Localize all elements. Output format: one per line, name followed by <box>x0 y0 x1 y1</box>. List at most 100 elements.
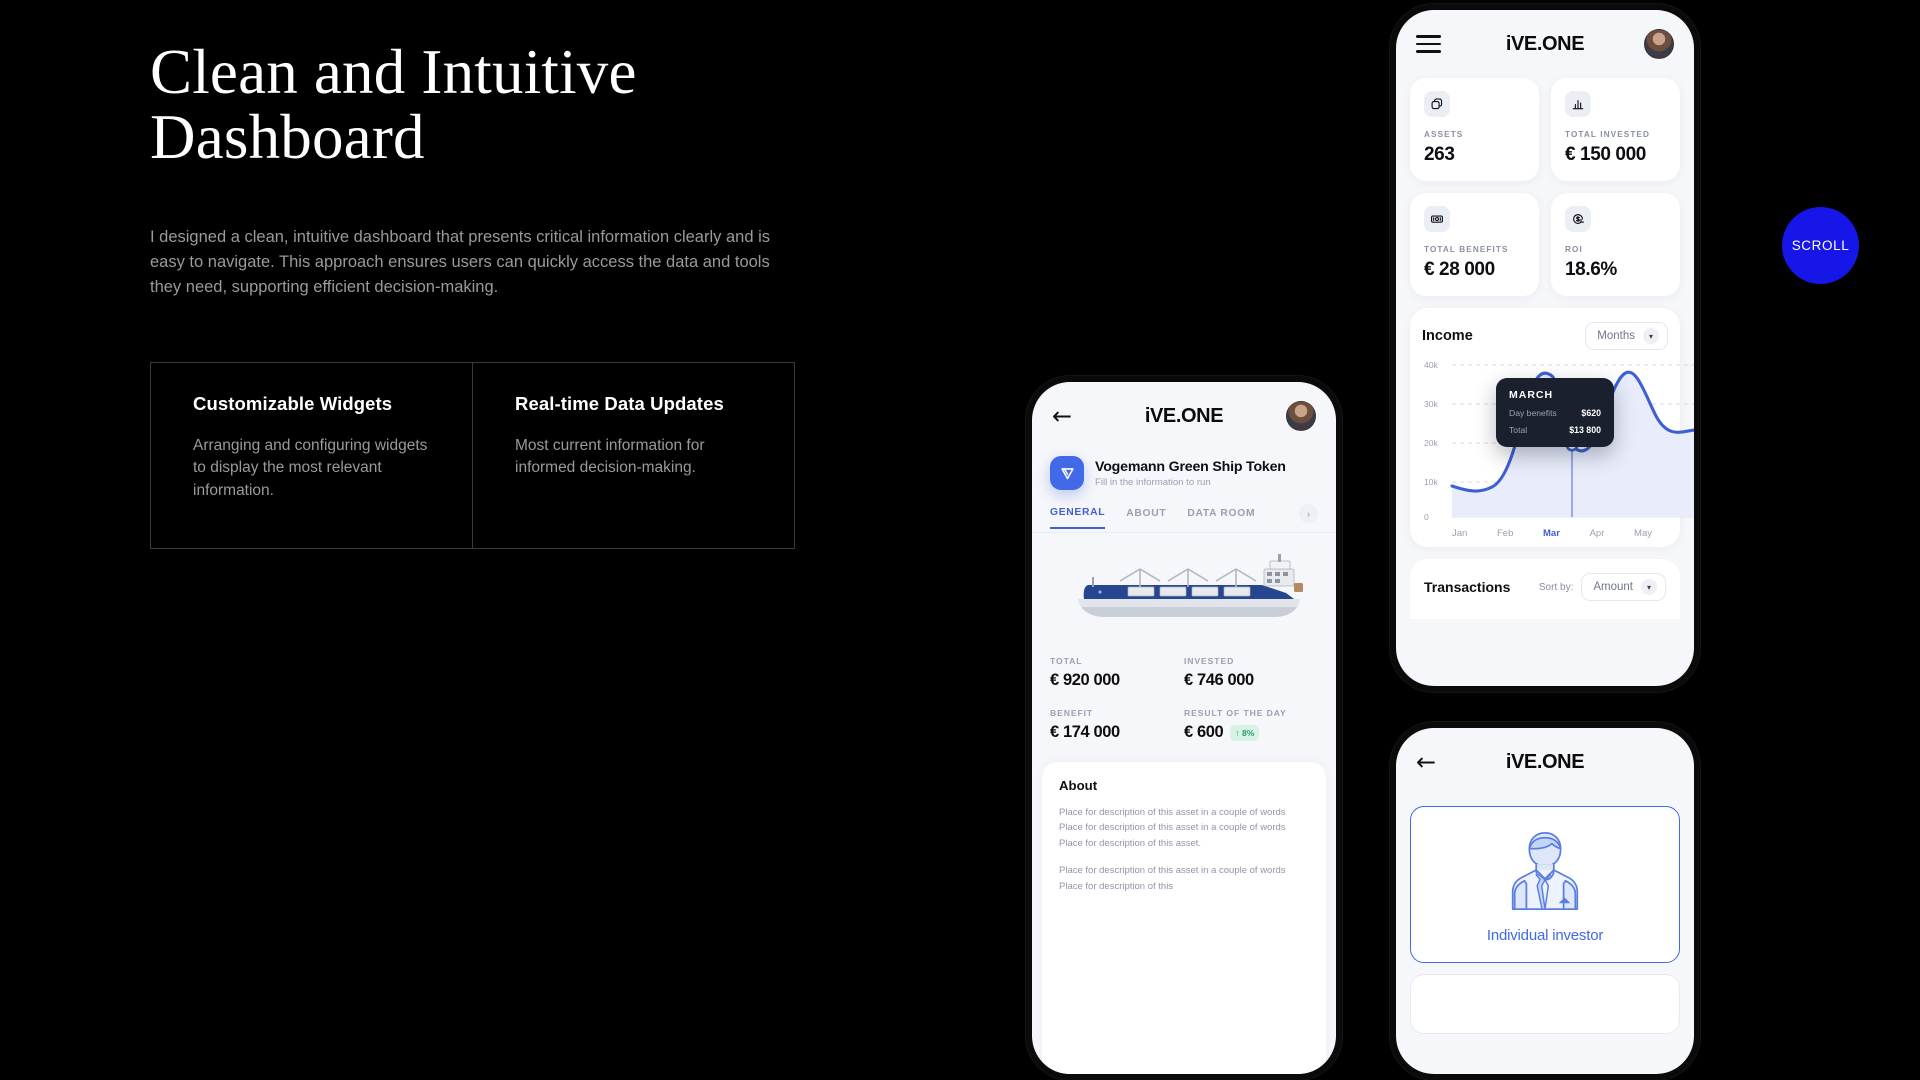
stat-card-roi[interactable]: ROI 18.6% <box>1551 193 1680 296</box>
feature-card-realtime-data-updates: Real-time Data Updates Most current info… <box>472 362 794 548</box>
x-tick-mar: Mar <box>1543 528 1560 539</box>
y-tick-10k: 10k <box>1424 477 1438 487</box>
stat-card-grid: ASSETS 263 TOTAL INVESTED € 150 000 TOTA… <box>1396 78 1694 296</box>
tooltip-value: $620 <box>1581 408 1601 418</box>
menu-icon[interactable] <box>1416 35 1441 53</box>
tab-general[interactable]: GENERAL <box>1050 507 1106 529</box>
investor-avatar-icon <box>1511 831 1579 911</box>
income-chart-card: Income Months ▾ 40k 30k 20k 10k 0 MARCH … <box>1410 308 1694 547</box>
stat-card-total-benefits[interactable]: TOTAL BENEFITS € 28 000 <box>1410 193 1539 296</box>
financial-label: BENEFIT <box>1050 708 1094 718</box>
tooltip-row-total: Total $13 800 <box>1509 425 1601 435</box>
cargo-ship-icon <box>1078 554 1303 617</box>
financial-total: TOTAL € 920 000 <box>1050 656 1184 690</box>
asset-logo-icon <box>1050 456 1084 490</box>
asset-identity-row: Vogemann Green Ship Token Fill in the in… <box>1032 450 1336 490</box>
feature-body: Most current information for informed de… <box>515 436 705 477</box>
asset-tabs: GENERAL ABOUT DATA ROOM › <box>1032 490 1336 532</box>
stat-value: € 28 000 <box>1424 259 1495 280</box>
tooltip-value: $13 800 <box>1569 425 1601 435</box>
x-tick-apr: Apr <box>1589 528 1605 539</box>
about-card: About Place for description of this asse… <box>1042 762 1326 1074</box>
transactions-title: Transactions <box>1424 579 1511 595</box>
dashboard-screen: iVE.ONE ASSETS 263 TOTAL INVESTED € 150 <box>1396 10 1694 686</box>
phone-mockup-asset-detail: ← iVE.ONE Vogemann Green Ship Token Fill… <box>1026 376 1342 1080</box>
asset-financials-grid: TOTAL € 920 000 INVESTED € 746 000 BENEF… <box>1032 640 1336 762</box>
stat-card-assets[interactable]: ASSETS 263 <box>1410 78 1539 181</box>
financial-value-row: € 600 ↑ 8% <box>1184 723 1318 742</box>
dollar-refresh-icon <box>1565 206 1591 232</box>
sort-by-value: Amount <box>1593 581 1633 593</box>
stat-label: ASSETS <box>1424 130 1464 139</box>
feature-title: Customizable Widgets <box>193 392 393 414</box>
financial-invested: INVESTED € 746 000 <box>1184 656 1318 690</box>
feature-body: Arranging and configuring widgets to dis… <box>193 436 428 499</box>
x-tick-may: May <box>1634 528 1652 539</box>
financial-value: € 174 000 <box>1050 723 1120 741</box>
bar-chart-icon <box>1565 91 1591 117</box>
choice-card-secondary[interactable] <box>1410 974 1680 1034</box>
page-title: Clean and Intuitive Dashboard <box>150 40 810 170</box>
headline-line-1: Clean and Intuitive <box>150 37 637 107</box>
intro-paragraph: I designed a clean, intuitive dashboard … <box>150 227 771 296</box>
back-arrow-icon[interactable]: ← <box>1052 404 1078 428</box>
asset-text-block: Vogemann Green Ship Token Fill in the in… <box>1095 459 1286 488</box>
layers-icon <box>1424 91 1450 117</box>
app-header: ← iVE.ONE <box>1032 382 1336 450</box>
financial-label: TOTAL <box>1050 656 1083 666</box>
chevron-down-icon: ▾ <box>1643 328 1659 344</box>
asset-detail-screen: ← iVE.ONE Vogemann Green Ship Token Fill… <box>1032 382 1336 1074</box>
period-select[interactable]: Months ▾ <box>1585 322 1668 350</box>
tab-data-room[interactable]: DATA ROOM <box>1187 508 1255 528</box>
choice-card-individual-investor[interactable]: Individual investor <box>1410 806 1680 963</box>
financial-value: € 920 000 <box>1050 671 1120 689</box>
stat-label: ROI <box>1565 245 1583 254</box>
back-arrow-icon[interactable]: ← <box>1416 750 1442 774</box>
about-paragraph-1: Place for description of this asset in a… <box>1059 807 1286 849</box>
tab-about[interactable]: ABOUT <box>1126 508 1166 528</box>
financial-value: € 600 <box>1184 723 1224 741</box>
y-tick-30k: 30k <box>1424 399 1438 409</box>
financial-label: RESULT OF THE DAY <box>1184 708 1287 718</box>
y-tick-40k: 40k <box>1424 360 1438 370</box>
sort-by-select[interactable]: Amount ▾ <box>1581 573 1666 601</box>
chevron-right-icon[interactable]: › <box>1299 504 1318 523</box>
chart-title: Income <box>1422 328 1473 344</box>
scroll-button[interactable]: SCROLL <box>1782 207 1859 284</box>
avatar[interactable] <box>1644 29 1674 59</box>
financial-result-of-the-day: RESULT OF THE DAY € 600 ↑ 8% <box>1184 708 1318 742</box>
income-plot: 40k 30k 20k 10k 0 MARCH Day benefits $62… <box>1422 356 1694 524</box>
about-paragraph-2: Place for description of this asset in a… <box>1059 865 1286 892</box>
app-header: iVE.ONE <box>1396 10 1694 78</box>
status-badge: ↑ 8% <box>1230 724 1260 741</box>
phone-mockup-dashboard: iVE.ONE ASSETS 263 TOTAL INVESTED € 150 <box>1390 4 1700 692</box>
financial-value: € 746 000 <box>1184 671 1254 689</box>
asset-illustration <box>1032 533 1336 640</box>
chart-header: Income Months ▾ <box>1422 322 1668 350</box>
chart-tooltip: MARCH Day benefits $620 Total $13 800 <box>1496 378 1614 447</box>
feature-grid: Customizable Widgets Arranging and confi… <box>150 361 795 549</box>
stat-value: 263 <box>1424 144 1455 165</box>
stat-value: 18.6% <box>1565 259 1617 280</box>
tooltip-month: MARCH <box>1509 389 1554 401</box>
transactions-sort-group: Sort by: Amount ▾ <box>1539 573 1666 601</box>
y-tick-20k: 20k <box>1424 438 1438 448</box>
feature-title: Real-time Data Updates <box>515 392 724 414</box>
x-tick-feb: Feb <box>1496 528 1514 539</box>
feature-card-customizable-widgets: Customizable Widgets Arranging and confi… <box>151 363 472 548</box>
app-header: ← iVE.ONE <box>1396 728 1694 796</box>
x-axis-labels: Jan Feb Mar Apr May <box>1422 524 1668 539</box>
avatar[interactable] <box>1286 401 1316 431</box>
intro-copy-block: Clean and Intuitive Dashboard I designed… <box>150 40 810 549</box>
chevron-down-icon: ▾ <box>1641 579 1657 595</box>
stat-label: TOTAL BENEFITS <box>1424 245 1509 254</box>
onboarding-screen: ← iVE.ONE Individual investor <box>1396 728 1694 1074</box>
stat-value: € 150 000 <box>1565 144 1646 165</box>
stat-card-total-invested[interactable]: TOTAL INVESTED € 150 000 <box>1551 78 1680 181</box>
tooltip-key: Total <box>1509 425 1528 435</box>
tooltip-key: Day benefits <box>1509 408 1557 418</box>
financial-benefit: BENEFIT € 174 000 <box>1050 708 1184 742</box>
stat-label: TOTAL INVESTED <box>1565 130 1651 139</box>
headline-line-2: Dashboard <box>150 101 425 172</box>
choice-label: Individual investor <box>1486 927 1604 944</box>
